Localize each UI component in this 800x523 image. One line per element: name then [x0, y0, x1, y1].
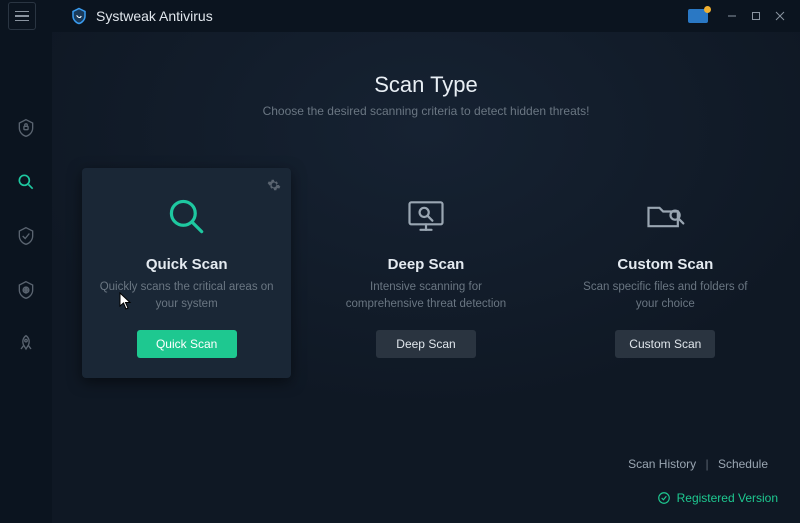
folder-scan-icon	[643, 190, 687, 244]
card-quick-scan[interactable]: Quick Scan Quickly scans the critical ar…	[82, 168, 291, 378]
schedule-link[interactable]: Schedule	[718, 457, 768, 471]
card-title: Custom Scan	[617, 256, 713, 273]
footer-links: Scan History | Schedule	[628, 457, 768, 471]
sidebar-item-boost[interactable]	[10, 328, 42, 360]
registered-badge: Registered Version	[657, 491, 778, 505]
menu-button[interactable]	[8, 2, 36, 30]
card-custom-scan[interactable]: Custom Scan Scan specific files and fold…	[561, 168, 770, 378]
maximize-button[interactable]	[744, 4, 768, 28]
scan-cards: Quick Scan Quickly scans the critical ar…	[82, 168, 770, 378]
custom-scan-button[interactable]: Custom Scan	[615, 330, 715, 358]
sidebar-item-scan[interactable]	[10, 166, 42, 198]
card-desc: Intensive scanning for comprehensive thr…	[336, 279, 516, 312]
card-desc: Quickly scans the critical areas on your…	[97, 279, 277, 312]
app-logo-icon	[70, 7, 88, 25]
main-content: Scan Type Choose the desired scanning cr…	[52, 32, 800, 523]
page-title: Scan Type	[374, 72, 478, 98]
title-bar: Systweak Antivirus	[0, 0, 800, 32]
page-subtitle: Choose the desired scanning criteria to …	[263, 104, 590, 118]
scan-history-link[interactable]: Scan History	[628, 457, 696, 471]
monitor-scan-icon	[404, 190, 448, 244]
sidebar-item-protection[interactable]	[10, 112, 42, 144]
upgrade-badge-icon[interactable]	[688, 9, 708, 23]
search-icon	[165, 190, 209, 244]
app-title: Systweak Antivirus	[96, 8, 213, 24]
gear-icon[interactable]	[267, 178, 281, 197]
card-title: Deep Scan	[388, 256, 465, 273]
sidebar-item-web[interactable]	[10, 274, 42, 306]
card-title: Quick Scan	[146, 256, 228, 273]
close-button[interactable]	[768, 4, 792, 28]
minimize-button[interactable]	[720, 4, 744, 28]
registered-label: Registered Version	[677, 491, 778, 505]
card-deep-scan[interactable]: Deep Scan Intensive scanning for compreh…	[321, 168, 530, 378]
quick-scan-button[interactable]: Quick Scan	[137, 330, 237, 358]
divider: |	[705, 457, 708, 471]
deep-scan-button[interactable]: Deep Scan	[376, 330, 476, 358]
sidebar-item-quarantine[interactable]	[10, 220, 42, 252]
sidebar	[0, 32, 52, 523]
card-desc: Scan specific files and folders of your …	[575, 279, 755, 312]
